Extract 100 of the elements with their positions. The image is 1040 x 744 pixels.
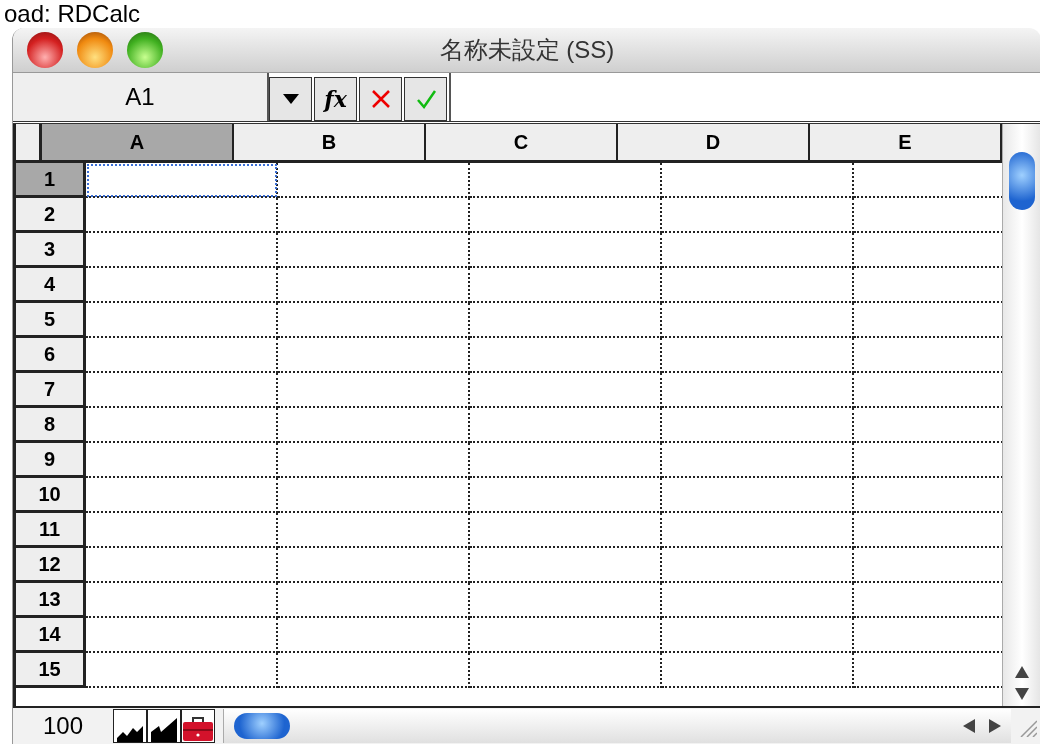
table-cell[interactable] [470, 303, 662, 338]
table-cell[interactable] [86, 513, 278, 548]
row-header[interactable]: 13 [16, 583, 86, 618]
table-cell[interactable] [278, 513, 470, 548]
table-cell[interactable] [662, 408, 854, 443]
table-cell[interactable] [86, 373, 278, 408]
column-header[interactable]: E [810, 124, 1002, 160]
table-cell[interactable] [470, 338, 662, 373]
scroll-up-icon[interactable] [1015, 666, 1029, 678]
row-header[interactable]: 9 [16, 443, 86, 478]
table-cell[interactable] [278, 443, 470, 478]
table-cell[interactable] [470, 373, 662, 408]
table-cell[interactable] [470, 198, 662, 233]
scroll-right-icon[interactable] [989, 719, 1001, 733]
cell-reference-field[interactable]: A1 [13, 73, 269, 121]
table-cell[interactable] [470, 163, 662, 198]
table-cell[interactable] [662, 653, 854, 688]
table-cell[interactable] [278, 268, 470, 303]
table-cell[interactable] [662, 478, 854, 513]
row-header[interactable]: 15 [16, 653, 86, 688]
table-cell[interactable] [86, 233, 278, 268]
table-cell[interactable] [86, 163, 278, 198]
table-cell[interactable] [662, 303, 854, 338]
row-header[interactable]: 8 [16, 408, 86, 443]
table-cell[interactable] [86, 408, 278, 443]
table-cell[interactable] [662, 443, 854, 478]
vertical-scrollbar[interactable] [1002, 124, 1040, 706]
table-cell[interactable] [470, 268, 662, 303]
table-cell[interactable] [662, 618, 854, 653]
row-header[interactable]: 1 [16, 163, 86, 198]
row-header[interactable]: 6 [16, 338, 86, 373]
table-cell[interactable] [278, 338, 470, 373]
row-header[interactable]: 11 [16, 513, 86, 548]
table-cell[interactable] [278, 548, 470, 583]
table-cell[interactable] [470, 548, 662, 583]
table-cell[interactable] [470, 618, 662, 653]
scroll-down-icon[interactable] [1015, 688, 1029, 700]
table-cell[interactable] [86, 198, 278, 233]
scroll-thumb[interactable] [1009, 152, 1035, 210]
table-cell[interactable] [86, 548, 278, 583]
table-cell[interactable] [278, 373, 470, 408]
table-cell[interactable] [470, 513, 662, 548]
table-cell[interactable] [662, 373, 854, 408]
table-cell[interactable] [662, 198, 854, 233]
chart-button[interactable] [113, 709, 147, 743]
accept-button[interactable] [404, 77, 447, 121]
table-cell[interactable] [278, 583, 470, 618]
table-cell[interactable] [86, 268, 278, 303]
column-header[interactable]: B [234, 124, 426, 160]
table-cell[interactable] [278, 163, 470, 198]
row-header[interactable]: 2 [16, 198, 86, 233]
table-cell[interactable] [662, 233, 854, 268]
table-cell[interactable] [86, 443, 278, 478]
table-cell[interactable] [662, 548, 854, 583]
scroll-left-icon[interactable] [963, 719, 975, 733]
table-cell[interactable] [662, 163, 854, 198]
table-cell[interactable] [278, 198, 470, 233]
table-cell[interactable] [470, 478, 662, 513]
table-cell[interactable] [662, 513, 854, 548]
toolbox-button[interactable] [181, 709, 215, 743]
row-header[interactable]: 4 [16, 268, 86, 303]
table-cell[interactable] [662, 583, 854, 618]
table-cell[interactable] [278, 618, 470, 653]
table-cell[interactable] [278, 303, 470, 338]
row-header[interactable]: 3 [16, 233, 86, 268]
column-header[interactable]: D [618, 124, 810, 160]
table-cell[interactable] [86, 303, 278, 338]
zoom-field[interactable]: 100 [13, 712, 113, 740]
table-cell[interactable] [470, 443, 662, 478]
table-cell[interactable] [278, 408, 470, 443]
table-cell[interactable] [470, 408, 662, 443]
table-cell[interactable] [86, 338, 278, 373]
table-cell[interactable] [470, 653, 662, 688]
table-cell[interactable] [470, 583, 662, 618]
row-header[interactable]: 5 [16, 303, 86, 338]
table-cell[interactable] [86, 583, 278, 618]
select-all-corner[interactable] [16, 124, 42, 160]
horizontal-scrollbar[interactable] [223, 709, 1011, 743]
dropdown-button[interactable] [269, 77, 312, 121]
table-cell[interactable] [662, 338, 854, 373]
close-button[interactable] [27, 32, 63, 68]
cancel-button[interactable] [359, 77, 402, 121]
column-header[interactable]: C [426, 124, 618, 160]
scroll-thumb[interactable] [234, 713, 290, 739]
table-cell[interactable] [470, 233, 662, 268]
row-header[interactable]: 12 [16, 548, 86, 583]
table-cell[interactable] [86, 478, 278, 513]
table-cell[interactable] [278, 653, 470, 688]
chart-button[interactable] [147, 709, 181, 743]
minimize-button[interactable] [77, 32, 113, 68]
table-cell[interactable] [278, 478, 470, 513]
row-header[interactable]: 7 [16, 373, 86, 408]
table-cell[interactable] [662, 268, 854, 303]
row-header[interactable]: 10 [16, 478, 86, 513]
zoom-button[interactable] [127, 32, 163, 68]
row-header[interactable]: 14 [16, 618, 86, 653]
function-button[interactable]: fx [314, 77, 357, 121]
column-header[interactable]: A [42, 124, 234, 160]
table-cell[interactable] [86, 618, 278, 653]
table-cell[interactable] [86, 653, 278, 688]
